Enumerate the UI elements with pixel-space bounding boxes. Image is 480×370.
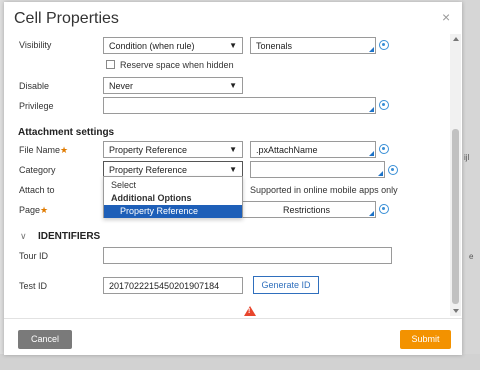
scrollbar-thumb[interactable]: [452, 129, 459, 304]
visibility-label: Visibility: [19, 40, 52, 50]
close-icon[interactable]: ×: [442, 10, 450, 24]
dialog-scrollbar[interactable]: [450, 34, 461, 316]
chevron-down-icon: ▼: [229, 81, 237, 90]
page-value: Restrictions: [283, 205, 331, 215]
dialog-footer: Cancel Submit: [4, 318, 462, 355]
attach-to-note: Supported in online mobile apps only: [250, 185, 398, 195]
scroll-down-icon[interactable]: [453, 309, 459, 313]
test-id-value: 20170222154502019071​84: [109, 281, 220, 291]
chevron-down-icon[interactable]: ∨: [20, 231, 27, 242]
dialog-title: Cell Properties: [14, 10, 119, 27]
dropdown-option-property-reference[interactable]: Property Reference: [104, 205, 242, 218]
attachment-settings-heading: Attachment settings: [18, 127, 115, 138]
dropdown-group-additional-options: Additional Options: [111, 193, 192, 203]
tour-id-input[interactable]: [103, 247, 392, 264]
background-page-bottom: [0, 354, 480, 370]
gear-icon[interactable]: [388, 165, 398, 175]
file-name-input[interactable]: .pxAttachName: [250, 141, 376, 158]
disable-select[interactable]: Never ▼: [103, 77, 243, 94]
required-icon: ★: [60, 145, 69, 155]
autocomplete-indicator-icon: [369, 211, 374, 216]
identifiers-heading[interactable]: IDENTIFIERS: [38, 231, 100, 242]
chevron-down-icon: ▼: [229, 165, 237, 174]
reserve-space-checkbox[interactable]: [106, 60, 115, 69]
attach-to-label: Attach to: [19, 185, 55, 195]
file-name-label-text: File Name: [19, 145, 61, 155]
cancel-button[interactable]: Cancel: [18, 330, 72, 349]
category-input[interactable]: [250, 161, 385, 178]
background-text-fragment: e: [469, 252, 474, 261]
gear-icon[interactable]: [379, 204, 389, 214]
page-label: Page★: [19, 205, 48, 216]
disable-select-value: Never: [109, 81, 134, 91]
gear-icon[interactable]: [379, 144, 389, 154]
reserve-space-label: Reserve space when hidden: [120, 60, 234, 70]
dialog-body[interactable]: Visibility Condition (when rule) ▼ Tonen…: [4, 34, 450, 316]
generate-id-button[interactable]: Generate ID: [253, 276, 319, 294]
autocomplete-indicator-icon: [369, 107, 374, 112]
tour-id-label: Tour ID: [19, 251, 49, 261]
gear-icon[interactable]: [379, 100, 389, 110]
gear-icon[interactable]: [379, 40, 389, 50]
page-label-text: Page: [19, 205, 41, 215]
warning-mark: !: [248, 308, 251, 315]
visibility-select-value: Condition (when rule): [109, 41, 195, 51]
required-icon: ★: [40, 205, 49, 215]
category-label: Category: [19, 165, 56, 175]
background-page-strip: [462, 0, 480, 370]
category-select-value: Property Reference: [109, 165, 188, 175]
dropdown-option-select[interactable]: Select: [104, 179, 242, 192]
file-name-select[interactable]: Property Reference ▼: [103, 141, 243, 158]
file-name-label: File Name★: [19, 145, 68, 156]
cell-properties-dialog: Cell Properties × Visibility Condition (…: [4, 2, 462, 355]
autocomplete-indicator-icon: [369, 151, 374, 156]
submit-button[interactable]: Submit: [400, 330, 451, 349]
file-name-value: .pxAttachName: [256, 145, 318, 155]
test-id-input[interactable]: 20170222154502019071​84: [103, 277, 243, 294]
privilege-label: Privilege: [19, 101, 54, 111]
category-dropdown-list[interactable]: Select Additional Options Property Refer…: [103, 176, 243, 218]
visibility-when-value: Tonenals: [256, 41, 293, 51]
scroll-up-icon[interactable]: [453, 37, 459, 41]
background-text-fragment: ijl: [464, 153, 470, 162]
test-id-label: Test ID: [19, 281, 48, 291]
autocomplete-indicator-icon: [378, 171, 383, 176]
privilege-input[interactable]: [103, 97, 376, 114]
page-input[interactable]: Restrictions: [242, 201, 376, 218]
chevron-down-icon: ▼: [229, 41, 237, 50]
disable-label: Disable: [19, 81, 50, 91]
chevron-down-icon: ▼: [229, 145, 237, 154]
visibility-when-input[interactable]: Tonenals: [250, 37, 376, 54]
autocomplete-indicator-icon: [369, 47, 374, 52]
file-name-select-value: Property Reference: [109, 145, 188, 155]
visibility-select[interactable]: Condition (when rule) ▼: [103, 37, 243, 54]
